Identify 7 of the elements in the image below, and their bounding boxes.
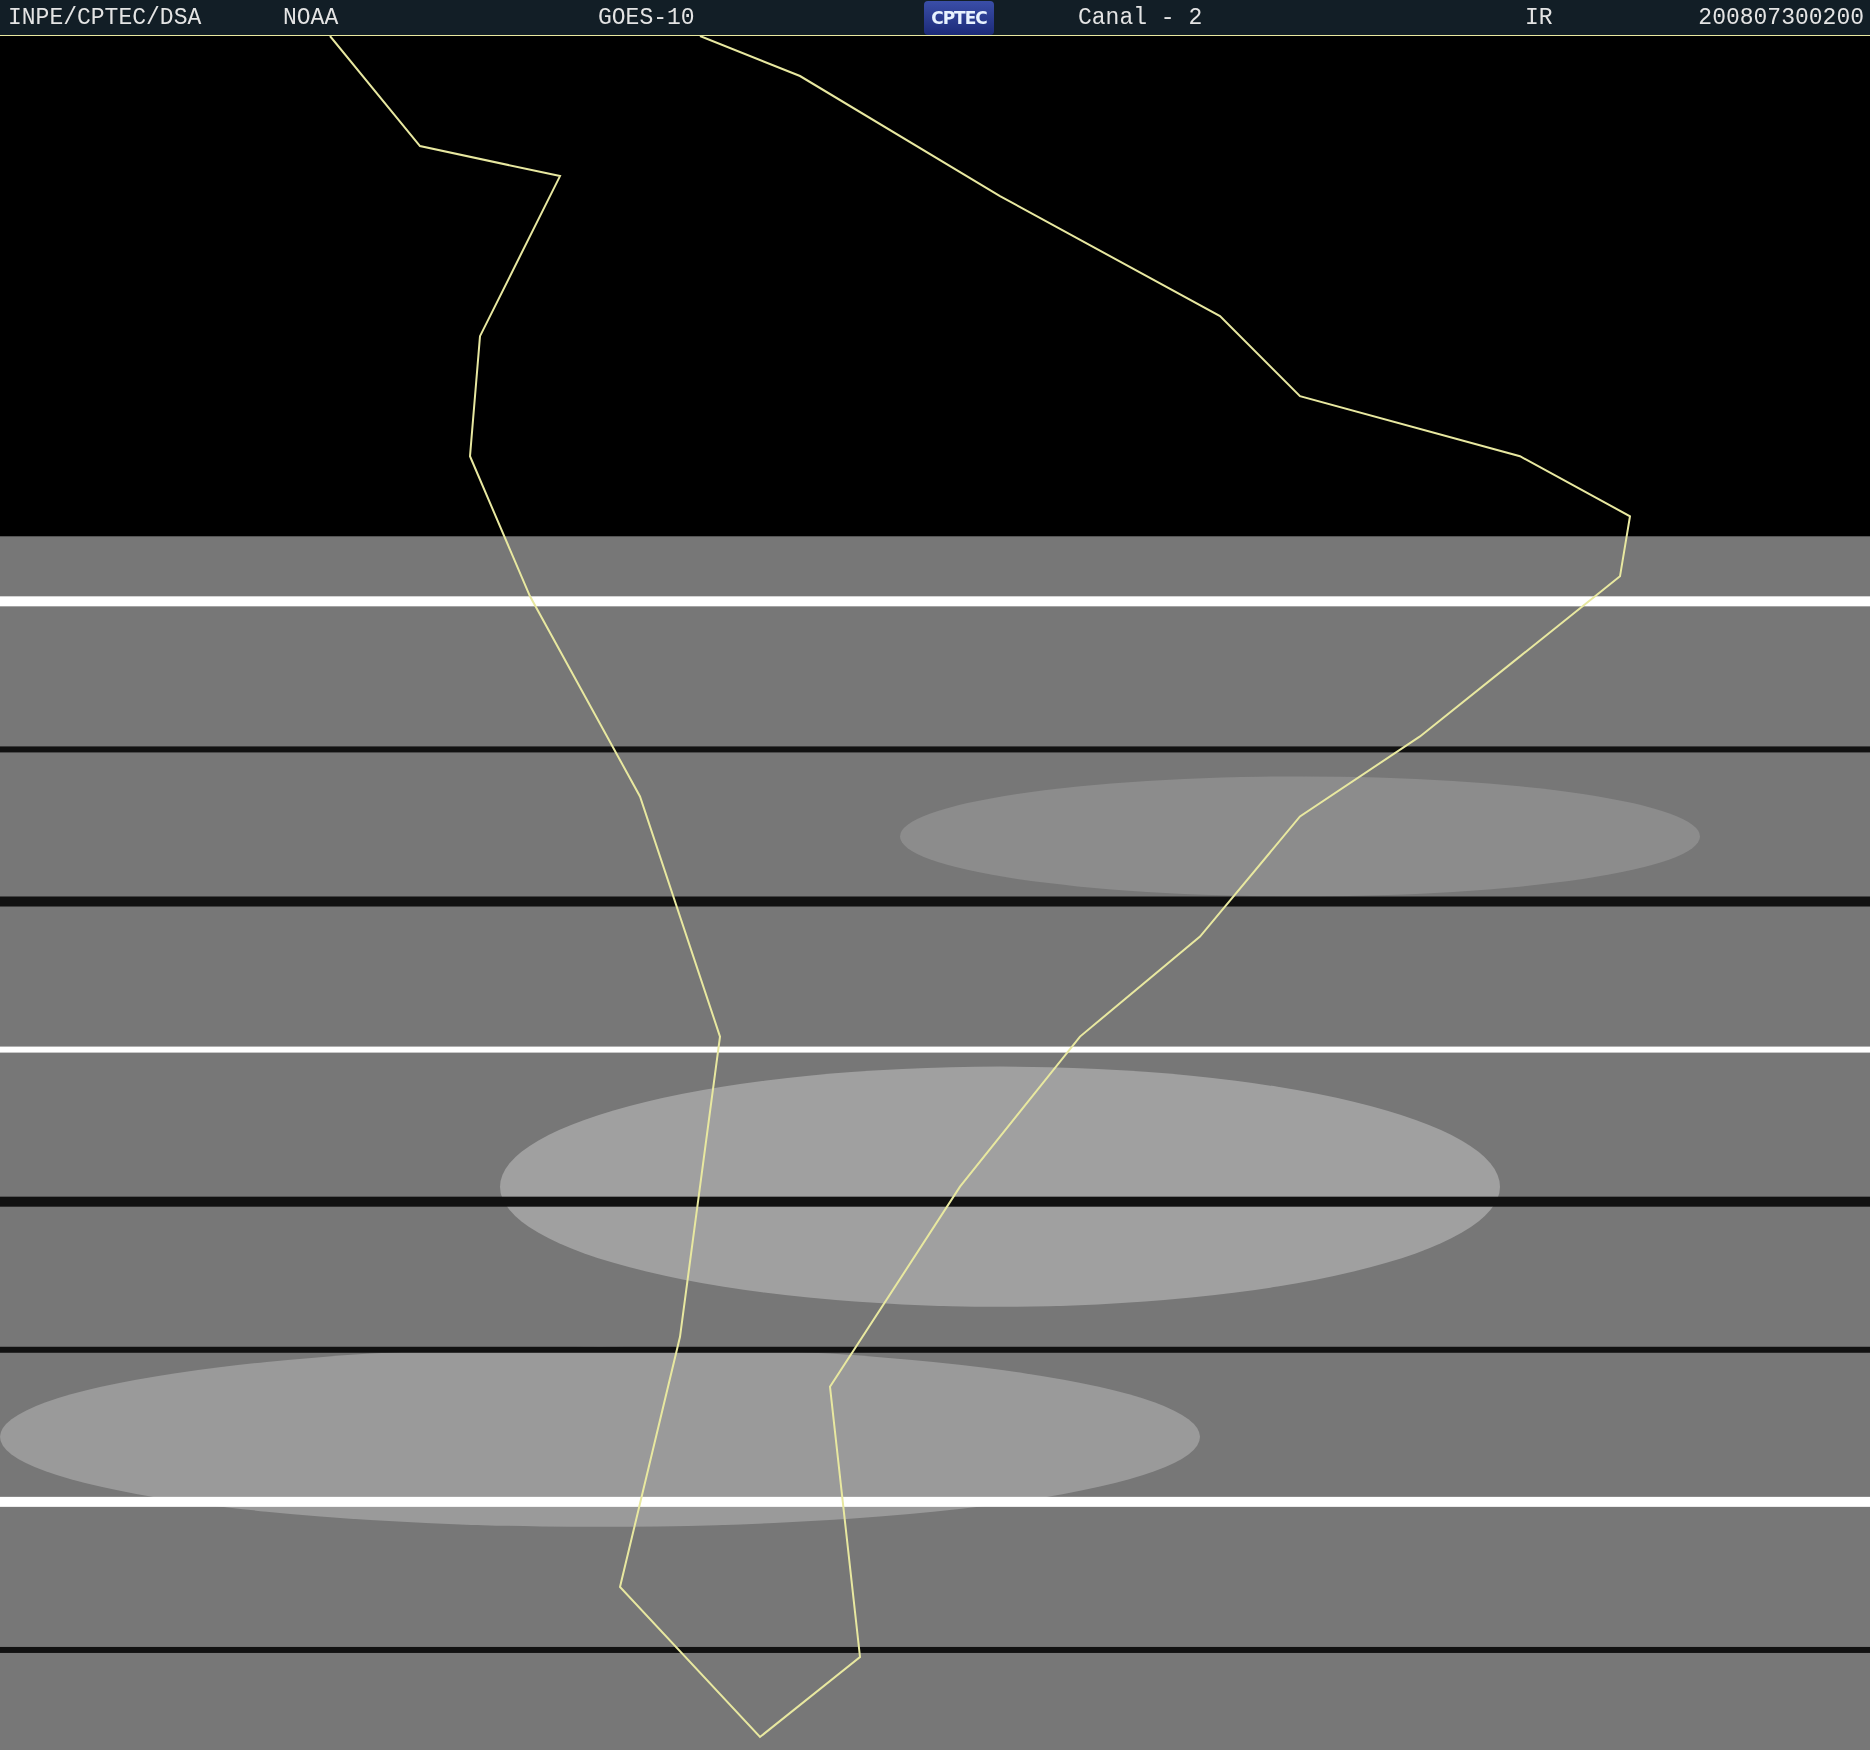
header-label: INPE/CPTEC/DSA <box>8 4 203 31</box>
header-label: IR <box>1525 4 1553 31</box>
header-label: NOAA <box>283 4 340 31</box>
header-label: 200807300200 <box>1697 4 1865 31</box>
logo: CPTEC <box>924 0 994 35</box>
header-label: Canal - 2 <box>1078 4 1204 31</box>
header-label: GOES-10 <box>598 4 696 31</box>
